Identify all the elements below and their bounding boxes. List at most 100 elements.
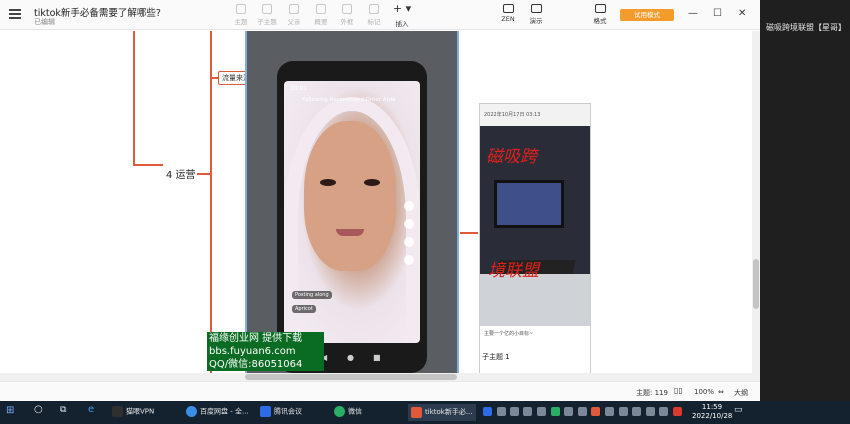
- watermark-line-1: 福缘创业网 提供下载: [209, 333, 303, 344]
- taskbar-app-wechat[interactable]: 微信: [334, 406, 362, 417]
- tray-app-icon[interactable]: [523, 407, 532, 416]
- subtopic-label: 子主题: [257, 18, 277, 26]
- avatar-icon: [404, 201, 414, 211]
- tray-app-icon[interactable]: [591, 407, 600, 416]
- thumb-caption: 主要一个亿的小目标~: [480, 326, 590, 374]
- ime-icon[interactable]: [659, 407, 668, 416]
- watermark-line-2: bbs.fuyuan6.com: [209, 346, 296, 357]
- tray-app-icon[interactable]: [510, 407, 519, 416]
- branch-line: [210, 77, 218, 79]
- filter-chip: Apricot: [292, 305, 316, 313]
- heart-icon: [404, 219, 414, 229]
- clock-date: 2022/10/28: [692, 412, 733, 420]
- home-icon: ●: [347, 353, 354, 362]
- tray-app-icon[interactable]: [673, 407, 682, 416]
- bluetooth-icon[interactable]: [578, 407, 587, 416]
- trial-mode-button[interactable]: 试用模式: [620, 9, 674, 21]
- eye-image: [364, 179, 380, 186]
- subtopic-icon: [262, 4, 272, 14]
- share-icon: [404, 255, 414, 265]
- present-button[interactable]: 演示: [521, 4, 551, 25]
- boundary-button[interactable]: 外框: [334, 4, 360, 26]
- taskbar-app-vpn[interactable]: 猫眼VPN: [112, 406, 154, 417]
- zen-button[interactable]: ZEN: [493, 4, 523, 23]
- branch-line: [133, 31, 135, 166]
- taskbar-app-meeting[interactable]: 腾讯会议: [260, 406, 302, 417]
- tray-app-icon[interactable]: [537, 407, 546, 416]
- mindmap-canvas[interactable]: 4 运营 流量来源 10:01 Following Recommend Qmer…: [0, 31, 752, 381]
- taskbar-app-label: 微信: [348, 407, 362, 416]
- branch-line: [197, 173, 211, 175]
- tray-app-icon[interactable]: [619, 407, 628, 416]
- subtopic-button[interactable]: 子主题: [254, 4, 280, 26]
- topic-node-operations[interactable]: 4 运营: [166, 166, 196, 181]
- insert-button[interactable]: + ▾ 插入: [389, 3, 415, 28]
- tiktok-tabs: Following Recommend Qmer Arde: [302, 97, 396, 103]
- topic-label: 主题: [234, 18, 248, 26]
- vertical-scrollbar[interactable]: [752, 31, 760, 381]
- mouth-image: [336, 229, 364, 236]
- tiktok-side-icons: [404, 201, 416, 273]
- recents-icon: ■: [373, 353, 381, 362]
- comment-icon: [404, 237, 414, 247]
- phone-frame: 10:01 Following Recommend Qmer Arde Post…: [277, 61, 427, 373]
- close-button[interactable]: ✕: [738, 8, 746, 20]
- edge-icon[interactable]: e: [88, 404, 94, 415]
- meeting-icon: [260, 406, 271, 417]
- outline-toggle[interactable]: 大纲: [734, 388, 748, 398]
- horizontal-scrollbar[interactable]: [0, 373, 752, 381]
- summary-icon: [316, 4, 326, 14]
- volume-icon[interactable]: [646, 407, 655, 416]
- taskbar-app-mindmap[interactable]: tiktok新手必...: [408, 404, 476, 421]
- tray-wechat-icon[interactable]: [551, 407, 560, 416]
- watermark-line-3: QQ/微信:86051064: [209, 359, 303, 370]
- zoom-level[interactable]: 100%: [694, 388, 714, 396]
- mindmap-app-icon: [411, 406, 422, 418]
- start-icon[interactable]: ⊞: [6, 405, 14, 416]
- phone-screen: 10:01 Following Recommend Qmer Arde Post…: [284, 81, 420, 343]
- format-button[interactable]: 格式: [585, 4, 615, 25]
- zoom-options-icon[interactable]: ⇔: [718, 388, 724, 396]
- branch-line: [460, 232, 478, 234]
- minimize-button[interactable]: —: [688, 8, 698, 20]
- present-label: 演示: [529, 17, 543, 25]
- branch-line: [210, 31, 212, 381]
- embedded-video-phone[interactable]: 10:01 Following Recommend Qmer Arde Post…: [245, 31, 459, 381]
- taskbar-app-baidu[interactable]: 百度网盘 - 全...: [186, 406, 249, 417]
- edited-status: 已编辑: [34, 18, 55, 26]
- task-view-icon[interactable]: ⧉: [60, 405, 66, 415]
- clock-time: 11:59: [701, 403, 723, 411]
- parent-label: 父亲: [287, 18, 301, 26]
- vpn-icon: [112, 406, 123, 417]
- topic-node-subtopic[interactable]: 子主题 1: [482, 352, 510, 362]
- monitor-image: [494, 180, 564, 228]
- network-icon[interactable]: [632, 407, 641, 416]
- toolbar: tiktok新手必备需要了解哪些? 已编辑 主题 子主题 父亲 概要 外框 标记…: [0, 0, 760, 30]
- image-attachment[interactable]: 2022年10月17日 03:13 磁吸跨 境联盟 主要一个亿的小目标~: [479, 103, 591, 375]
- marker-label: 标记: [367, 18, 381, 26]
- microphone-icon[interactable]: [605, 407, 614, 416]
- book-icon[interactable]: ▯▯: [674, 386, 683, 395]
- taskbar: ⊞ ○ ⧉ e 猫眼VPN 百度网盘 - 全... 腾讯会议 微信 tiktok…: [0, 401, 850, 424]
- mindmap-app-window: tiktok新手必备需要了解哪些? 已编辑 主题 子主题 父亲 概要 外框 标记…: [0, 0, 760, 401]
- topic-button[interactable]: 主题: [228, 4, 254, 26]
- horizontal-scroll-thumb[interactable]: [245, 374, 457, 380]
- vertical-scroll-thumb[interactable]: [753, 259, 759, 309]
- parent-button[interactable]: 父亲: [281, 4, 307, 26]
- system-clock[interactable]: 11:59 2022/10/28: [692, 403, 732, 421]
- tray-meeting-icon[interactable]: [483, 407, 492, 416]
- notification-icon[interactable]: ▭: [734, 405, 743, 415]
- summary-button[interactable]: 概要: [308, 4, 334, 26]
- taskbar-app-label: 百度网盘 - 全...: [200, 407, 249, 416]
- search-icon[interactable]: ○: [34, 404, 43, 415]
- maximize-button[interactable]: ☐: [713, 8, 722, 20]
- taskbar-app-label: 猫眼VPN: [126, 407, 155, 416]
- summary-label: 概要: [314, 18, 328, 26]
- marker-button[interactable]: 标记: [361, 4, 387, 26]
- tray-app-icon[interactable]: [564, 407, 573, 416]
- boundary-label: 外框: [340, 18, 354, 26]
- sound-chip: Posting along: [292, 291, 332, 299]
- hamburger-menu-icon[interactable]: [9, 9, 21, 19]
- thumb-header: 2022年10月17日 03:13: [480, 104, 590, 126]
- tray-app-icon[interactable]: [497, 407, 506, 416]
